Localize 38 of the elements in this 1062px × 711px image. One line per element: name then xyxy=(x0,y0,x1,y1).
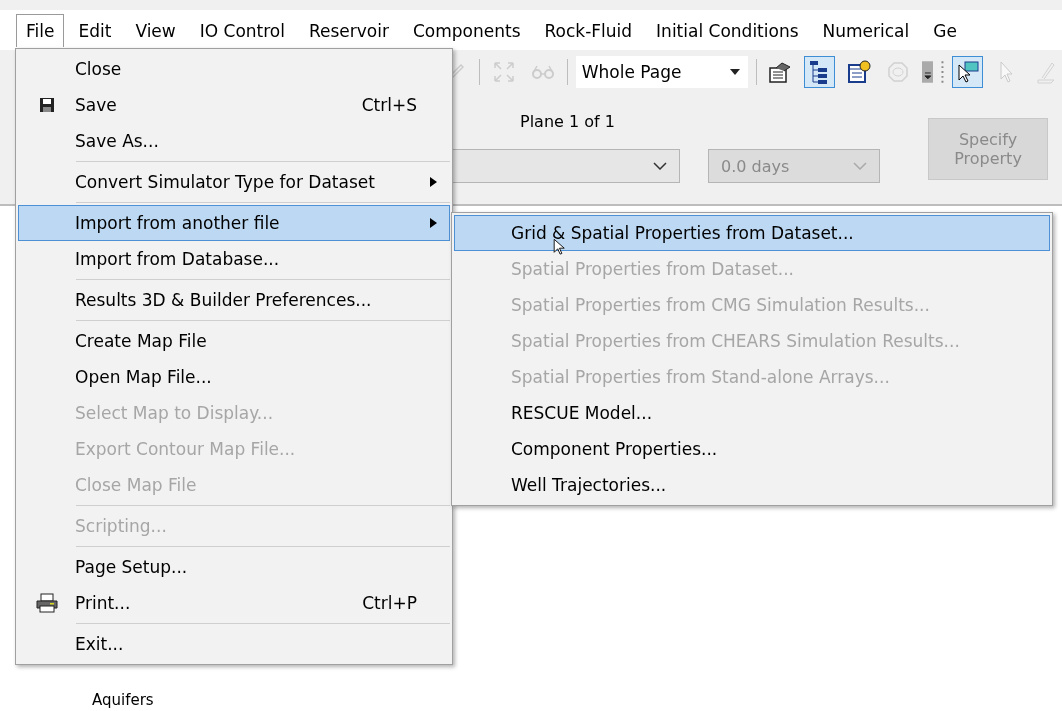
menu-item[interactable]: Save As... xyxy=(18,123,450,159)
glasses-icon xyxy=(531,64,556,80)
octagon-icon xyxy=(886,61,909,83)
overflow-icon xyxy=(921,61,934,83)
toolbar-button[interactable] xyxy=(952,56,984,88)
tree-item[interactable]: Aquifers xyxy=(92,692,154,709)
menu-item[interactable]: Results 3D & Builder Preferences... xyxy=(18,282,450,318)
menu-item[interactable]: Save Ctrl+S xyxy=(18,87,450,123)
menu-item[interactable]: Print... Ctrl+P xyxy=(18,585,450,621)
menu-item[interactable]: Create Map File xyxy=(18,323,450,359)
chevron-down-icon xyxy=(653,162,667,170)
menu-title[interactable]: File xyxy=(16,13,65,47)
menu-item[interactable]: Page Setup... xyxy=(18,549,450,585)
zoom-combo[interactable]: Whole Page xyxy=(575,56,748,88)
menu-item[interactable]: Grid & Spatial Properties from Dataset... xyxy=(454,215,1050,251)
menu-item[interactable]: Exit... xyxy=(18,626,450,662)
submenu-arrow-icon xyxy=(430,218,437,228)
toolbar-grip-icon xyxy=(941,60,945,84)
pen-plane-icon xyxy=(1036,60,1057,84)
menu-item[interactable]: Import from another file xyxy=(18,205,450,241)
menu-item[interactable]: Open Map File... xyxy=(18,359,450,395)
menu-item[interactable]: Import from Database... xyxy=(18,241,450,277)
menu-item[interactable]: Well Trajectories... xyxy=(454,467,1050,503)
pointer-note-icon xyxy=(955,60,980,84)
submenu-arrow-icon xyxy=(430,177,437,187)
calendar-icon xyxy=(846,60,871,84)
properties-icon xyxy=(768,60,793,84)
plane-label: Plane 1 of 1 xyxy=(520,112,616,131)
menu-item[interactable]: RESCUE Model... xyxy=(454,395,1050,431)
mouse-cursor-icon xyxy=(553,238,566,256)
expand-icon xyxy=(492,61,515,83)
dropdown-caret-icon xyxy=(729,69,740,75)
printer-icon xyxy=(36,593,58,613)
toolbar-button[interactable] xyxy=(803,56,836,88)
menu-item[interactable]: Convert Simulator Type for Dataset xyxy=(18,164,450,200)
menu-item[interactable]: Component Properties... xyxy=(454,431,1050,467)
chevron-down-icon xyxy=(853,162,867,170)
menu-item[interactable]: Close xyxy=(18,51,450,87)
